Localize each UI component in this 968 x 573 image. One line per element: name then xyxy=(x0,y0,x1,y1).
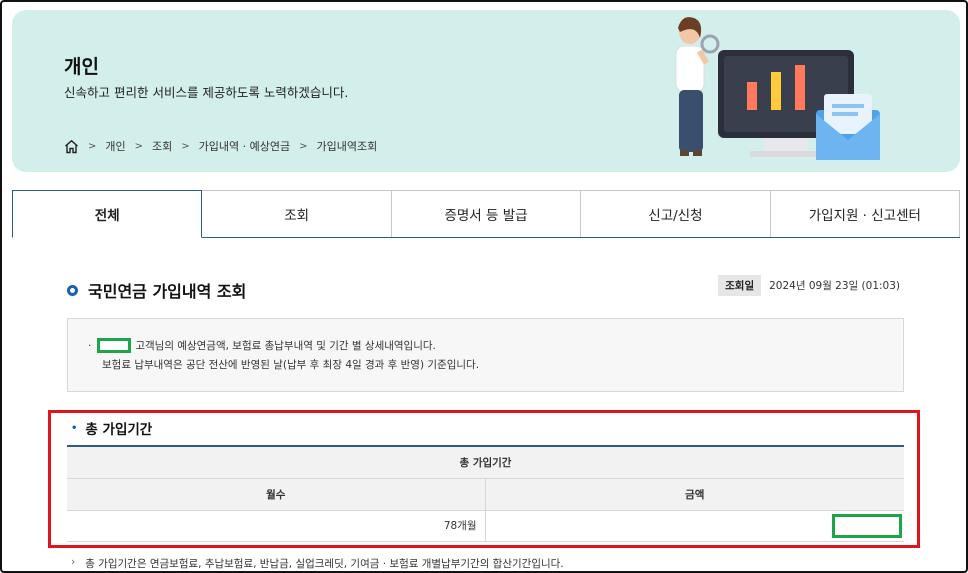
banner-title: 개인 xyxy=(64,56,99,78)
bullet-icon: · xyxy=(88,339,92,352)
chevron-right-icon: > xyxy=(88,140,97,152)
column-header-amount: 금액 xyxy=(484,478,904,511)
amount-cell xyxy=(484,510,904,542)
banner-illustration xyxy=(675,17,880,160)
banner-subtitle: 신속하고 편리한 서비스를 제공하도록 노력하겠습니다. xyxy=(64,85,349,100)
months-cell: 78개월 xyxy=(67,510,485,542)
tab-all[interactable]: 전체 xyxy=(12,190,203,238)
tab-report-apply[interactable]: 신고/신청 xyxy=(581,190,771,237)
info-line-1-text: 고객님의 예상연금액, 보험료 총납부내역 및 기간 별 상세내역입니다. xyxy=(135,340,436,352)
query-date-value: 2024년 09월 23일 (01:03) xyxy=(769,280,900,292)
page-frame: 개인 신속하고 편리한 서비스를 제공하도록 노력하겠습니다. > 개인 > 조… xyxy=(0,0,968,573)
query-date: 조회일 2024년 09월 23일 (01:03) xyxy=(718,275,900,296)
chevron-right-icon: > xyxy=(134,140,144,152)
tab-support-center[interactable]: 가입지원 · 신고센터 xyxy=(770,190,961,237)
table-row: 78개월 xyxy=(67,510,904,542)
breadcrumb: > 개인 > 조회 > 가입내역 · 예상연금 > 가입내역조회 xyxy=(64,138,377,154)
breadcrumb-item[interactable]: 가입내역 · 예상연금 xyxy=(199,138,290,154)
page-title-text: 국민연금 가입내역 조회 xyxy=(88,282,247,301)
total-period-table: 총 가입기간 월수 금액 78개월 xyxy=(67,445,904,542)
breadcrumb-item[interactable]: 조회 xyxy=(152,138,172,154)
breadcrumb-item[interactable]: 가입내역조회 xyxy=(317,138,378,154)
bullet-icon: • xyxy=(71,422,78,434)
tab-certificate[interactable]: 증명서 등 발급 xyxy=(391,190,582,237)
breadcrumb-item[interactable]: 개인 xyxy=(105,138,125,154)
tab-inquiry[interactable]: 조회 xyxy=(202,190,392,237)
main-tabs: 전체 조회 증명서 등 발급 신고/신청 가입지원 · 신고센터 xyxy=(12,190,961,238)
info-line-2: 보험료 납부내역은 공단 전산에 반영된 날(납부 후 최장 4일 경과 후 반… xyxy=(102,359,480,371)
info-line-1: · 고객님의 예상연금액, 보험료 총납부내역 및 기간 별 상세내역입니다. xyxy=(88,338,436,353)
ring-bullet-icon xyxy=(67,284,78,296)
query-date-label: 조회일 xyxy=(718,275,762,296)
column-header-months: 월수 xyxy=(67,478,485,511)
table-header: 총 가입기간 xyxy=(67,445,904,479)
chevron-right-icon: > xyxy=(299,140,308,152)
footnote-text: 총 가입기간은 연금보험료, 추납보험료, 반납금, 실업크레딧, 기여금 · … xyxy=(85,558,564,570)
footnote: › 총 가입기간은 연금보험료, 추납보험료, 반납금, 실업크레딧, 기여금 … xyxy=(71,556,564,571)
chevron-right-icon: › xyxy=(71,556,76,568)
subsection-title: • 총 가입기간 xyxy=(71,418,152,438)
subsection-title-text: 총 가입기간 xyxy=(85,422,153,438)
chevron-right-icon: > xyxy=(181,140,190,152)
redacted-name xyxy=(97,338,132,353)
info-box: · 고객님의 예상연금액, 보험료 총납부내역 및 기간 별 상세내역입니다. … xyxy=(67,318,904,392)
home-icon[interactable] xyxy=(64,139,79,154)
page-title: 국민연금 가입내역 조회 xyxy=(67,278,246,302)
redacted-amount xyxy=(832,513,902,538)
